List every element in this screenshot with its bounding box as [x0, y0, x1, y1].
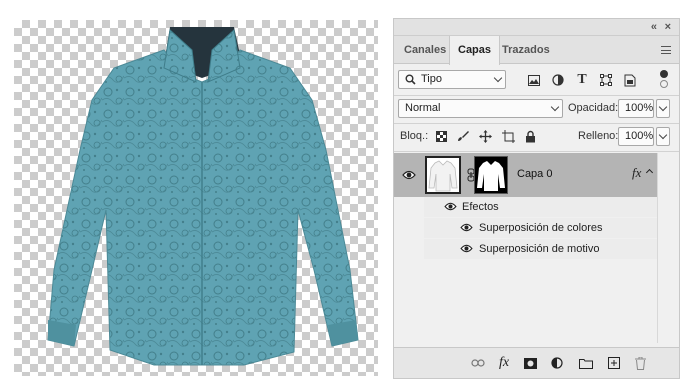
lock-position-move-icon[interactable]: [477, 128, 493, 144]
mask-icon[interactable]: [522, 355, 538, 371]
opacity-input[interactable]: 100%: [618, 99, 654, 118]
eye-visibility-icon[interactable]: [444, 202, 457, 211]
lock-label: Bloq.:: [400, 130, 429, 142]
lock-transparency-icon[interactable]: [433, 128, 449, 144]
blend-mode-value: Normal: [405, 102, 441, 114]
fx-badge-icon[interactable]: fx: [632, 165, 641, 181]
divider: [394, 151, 679, 152]
layer-mask-thumbnail[interactable]: [474, 156, 508, 194]
lock-all-icon[interactable]: [522, 128, 538, 144]
fill-dropdown[interactable]: [656, 127, 670, 146]
shirt-image: [47, 27, 359, 366]
eye-visibility-icon[interactable]: [460, 223, 473, 232]
document-canvas[interactable]: [14, 20, 378, 376]
fx-icon[interactable]: fx: [496, 355, 512, 371]
type-filter-icon[interactable]: T: [574, 72, 590, 88]
panel-menu-icon[interactable]: [661, 46, 671, 54]
layer-row-capa-0[interactable]: Capa 0 fx: [394, 153, 657, 197]
opacity-dropdown[interactable]: [656, 99, 670, 118]
layers-scrollbar[interactable]: [657, 153, 679, 343]
filter-kind-label: Tipo: [421, 73, 442, 85]
smart-object-filter-icon[interactable]: [622, 72, 638, 88]
effect-row-color-overlay[interactable]: Superposición de colores: [424, 218, 657, 238]
chevron-down-icon: [658, 130, 668, 140]
collapse-panel-icon[interactable]: «: [651, 21, 657, 33]
opacity-value: 100%: [625, 102, 654, 114]
effect-label: Superposición de motivo: [479, 243, 600, 255]
chevron-down-icon: [493, 73, 503, 83]
layers-bottom-toolbar: fx: [394, 347, 679, 378]
opacity-label: Opacidad:: [568, 102, 619, 114]
chevron-down-icon: [658, 102, 668, 112]
tab-canales[interactable]: Canales: [396, 36, 454, 64]
fill-input[interactable]: 100%: [618, 127, 654, 146]
lock-artboard-icon[interactable]: [500, 128, 516, 144]
divider: [394, 95, 679, 96]
fill-label: Relleno:: [578, 130, 619, 142]
search-icon: [405, 74, 416, 85]
trash-icon[interactable]: [632, 355, 648, 371]
effect-row-pattern-overlay[interactable]: Superposición de motivo: [424, 239, 657, 259]
tab-trazados[interactable]: Trazados: [494, 36, 558, 64]
panel-tabs: Canales Capas Trazados: [394, 36, 679, 65]
blend-mode-select[interactable]: Normal: [398, 99, 563, 118]
eye-visibility-icon[interactable]: [401, 167, 417, 183]
chevron-down-icon: [550, 102, 560, 112]
filter-toggle-switch[interactable]: [660, 70, 670, 88]
shape-filter-icon[interactable]: [598, 72, 614, 88]
adjustment-filter-icon[interactable]: [550, 72, 566, 88]
filter-kind-select[interactable]: Tipo: [398, 70, 506, 89]
eye-visibility-icon[interactable]: [460, 244, 473, 253]
layer-name[interactable]: Capa 0: [517, 168, 552, 180]
new-layer-icon[interactable]: [606, 355, 622, 371]
effects-row[interactable]: Efectos: [424, 197, 657, 217]
divider: [394, 123, 679, 124]
folder-icon[interactable]: [578, 355, 594, 371]
fill-value: 100%: [625, 130, 654, 142]
tab-capas[interactable]: Capas: [449, 36, 501, 65]
panel-titlebar: « ×: [394, 19, 679, 36]
layer-thumbnail[interactable]: [425, 156, 461, 194]
image-filter-icon[interactable]: [526, 72, 542, 88]
close-panel-icon[interactable]: ×: [665, 21, 671, 33]
adjustment-icon[interactable]: [549, 355, 565, 371]
effects-label: Efectos: [462, 201, 499, 213]
lock-pixels-brush-icon[interactable]: [455, 128, 471, 144]
collapse-effects-chevron-icon[interactable]: [645, 168, 654, 177]
layers-panel: « × Canales Capas Trazados Tipo T Normal…: [393, 18, 680, 379]
link-icon[interactable]: [470, 355, 486, 371]
effect-label: Superposición de colores: [479, 222, 603, 234]
